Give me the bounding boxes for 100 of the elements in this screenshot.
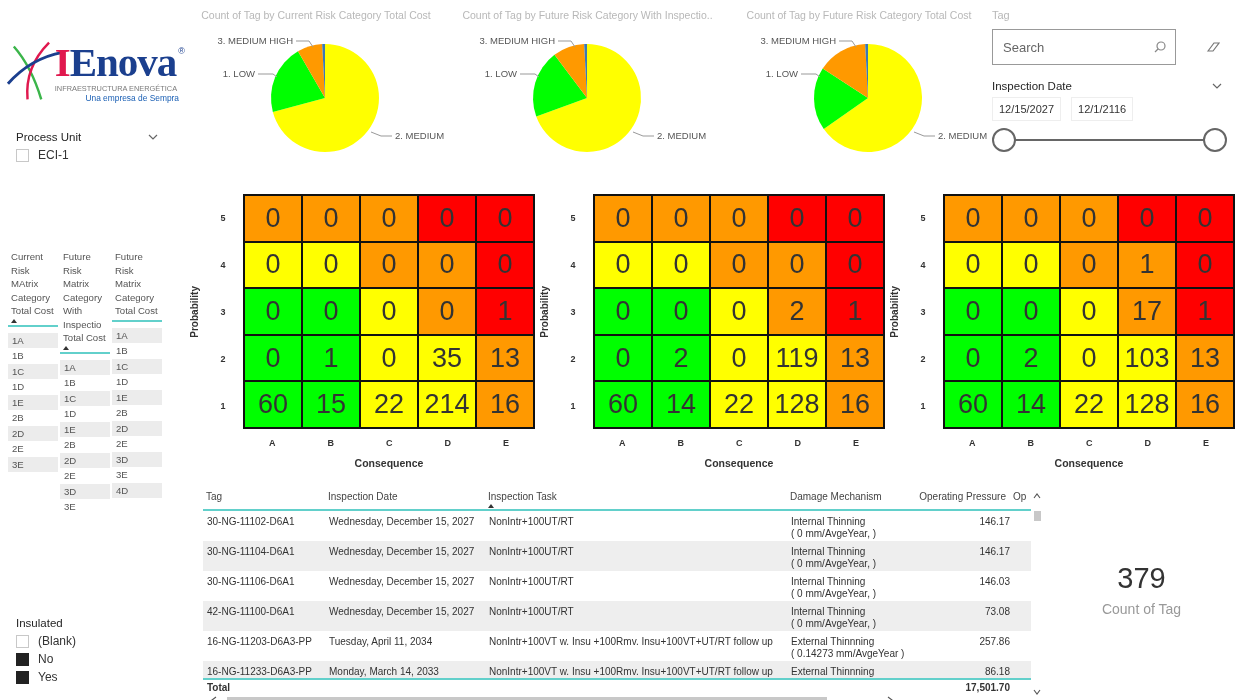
- list-item[interactable]: 1B: [8, 348, 58, 364]
- matrix-cell: 1: [477, 289, 533, 334]
- table-cell: ( 0.14273 mm/AvgeYear ): [791, 648, 905, 660]
- matrix-cell: 0: [1177, 242, 1233, 288]
- table-cell-text: 73.08: [983, 605, 1010, 619]
- list-item[interactable]: 1D: [60, 406, 110, 422]
- column-header[interactable]: Future Risk Matrix Category Total Cost: [112, 250, 162, 322]
- axis-tick-label: C: [385, 438, 393, 448]
- list-item[interactable]: 3E: [112, 467, 162, 483]
- logo-text: IEnova: [54, 40, 177, 84]
- slicer-title: Tag: [992, 9, 1011, 23]
- list-item[interactable]: 2B: [8, 410, 58, 426]
- slicer-title: Insulated: [16, 617, 63, 629]
- list-item[interactable]: 2B: [60, 437, 110, 453]
- checkbox[interactable]: [16, 670, 29, 684]
- list-item[interactable]: 3E: [60, 499, 110, 515]
- list-item[interactable]: 1A: [60, 359, 110, 375]
- scrollbar-thumb[interactable]: [1033, 511, 1041, 521]
- list-item[interactable]: 3E: [8, 456, 58, 472]
- matrix-cell: 16: [1177, 382, 1233, 427]
- matrix-cell: 0: [245, 242, 301, 288]
- table-cell-text: 146.17: [978, 515, 1010, 529]
- list-item[interactable]: 2E: [112, 436, 162, 452]
- list-item[interactable]: 1A: [112, 327, 162, 343]
- date-field[interactable]: 12/15/2027: [992, 97, 1062, 121]
- matrix-cell: 14: [653, 382, 709, 427]
- slicer-title: Inspection Date: [992, 80, 1072, 92]
- matrix-cell: 15: [303, 382, 359, 427]
- axis-label: Probability: [188, 285, 200, 338]
- list-item[interactable]: 2D: [60, 452, 110, 468]
- axis-tick-label: 3: [570, 306, 576, 317]
- eraser-icon[interactable]: [1206, 41, 1220, 53]
- matrix-cell: 22: [1061, 382, 1117, 427]
- slider-thumb[interactable]: [1203, 128, 1227, 152]
- list-item[interactable]: 3D: [112, 451, 162, 467]
- registered-mark: ®: [178, 46, 185, 56]
- column-header[interactable]: Operating Pressure: [915, 485, 1010, 509]
- axis-tick-label: 5: [220, 212, 226, 223]
- column-header[interactable]: Future Risk Matrix Category With Inspectio Total Cost: [60, 250, 110, 354]
- matrix-cell: 1: [1119, 242, 1175, 288]
- list-item[interactable]: 1E: [8, 394, 58, 410]
- search-icon[interactable]: [1154, 41, 1166, 53]
- column-header[interactable]: Damage Mechanism: [787, 485, 915, 509]
- list-item[interactable]: 2E: [60, 468, 110, 484]
- matrix-cell: 22: [361, 382, 417, 427]
- list-item[interactable]: 1C: [60, 390, 110, 406]
- chevron-down-icon[interactable]: [1212, 83, 1222, 89]
- list-item[interactable]: 1E: [112, 389, 162, 405]
- column-header[interactable]: Inspection Date: [325, 485, 485, 509]
- matrix-cell: 0: [1061, 335, 1117, 381]
- matrix-cell: 2: [653, 335, 709, 381]
- column-header[interactable]: Current Risk MAtrix Category Total Cost: [8, 250, 58, 327]
- column-header[interactable]: Tag: [203, 485, 325, 509]
- axis-tick-label: D: [794, 438, 801, 448]
- matrix-cell: 0: [595, 335, 651, 381]
- list-item[interactable]: 3D: [60, 483, 110, 499]
- matrix-cell: 17: [1119, 289, 1175, 334]
- slider-thumb[interactable]: [992, 128, 1016, 152]
- list-item[interactable]: 2E: [8, 441, 58, 457]
- axis-tick-label: D: [444, 438, 451, 448]
- matrix-cell: 0: [595, 289, 651, 334]
- date-field[interactable]: 12/1/2116: [1071, 97, 1134, 121]
- column-header[interactable]: Inspection Task: [485, 485, 787, 509]
- table-cell-text: NonIntr+100VT w. Insu +100Rmv. Insu+100VT+UT/RT follow up: [488, 635, 774, 649]
- list-item[interactable]: 2B: [112, 405, 162, 421]
- list-item[interactable]: 1D: [8, 379, 58, 395]
- axis-tick-label: 1: [220, 400, 226, 411]
- table-cell-text: 30-NG-11104-D6A1: [206, 545, 296, 559]
- list-item[interactable]: 1A: [8, 332, 58, 348]
- list-item[interactable]: 1C: [112, 358, 162, 374]
- table-cell-text: Wednesday, December 15, 2027: [328, 575, 476, 589]
- list-item[interactable]: 1E: [60, 421, 110, 437]
- axis-tick-label: C: [735, 438, 743, 448]
- table-cell-text: 146.03: [978, 575, 1010, 589]
- matrix-cell: 2: [769, 289, 825, 334]
- list-item[interactable]: 1C: [8, 363, 58, 379]
- matrix-cell: 22: [711, 382, 767, 427]
- table-cell-text: 86.18: [983, 665, 1010, 678]
- column-header[interactable]: Op: [1010, 485, 1031, 509]
- total-value: 17,501.70: [964, 681, 1010, 695]
- chart-title: Count of Tag by Future Risk Category With Inspectio..: [461, 8, 714, 23]
- list-item[interactable]: 4D: [112, 482, 162, 498]
- chevron-down-icon[interactable]: [148, 134, 158, 140]
- sort-icon: [488, 504, 494, 508]
- chart-title: Count of Tag by Future Risk Category Total Cost: [745, 8, 973, 23]
- leader-line: [838, 40, 857, 48]
- matrix-cell: 0: [419, 289, 475, 334]
- list-item[interactable]: 1D: [112, 374, 162, 390]
- list-item[interactable]: 2D: [8, 425, 58, 441]
- matrix-cell: 13: [477, 335, 533, 381]
- matrix-cell: 16: [477, 382, 533, 427]
- list-item[interactable]: 1B: [60, 375, 110, 391]
- checkbox[interactable]: [16, 652, 29, 666]
- list-item[interactable]: 1B: [112, 343, 162, 359]
- search-field[interactable]: Search: [992, 29, 1176, 65]
- scroll-down-icon[interactable]: [1033, 689, 1041, 695]
- scroll-up-icon[interactable]: [1033, 493, 1041, 499]
- list-item[interactable]: 2D: [112, 420, 162, 436]
- checkbox-label: No: [38, 652, 54, 666]
- matrix-cell: 0: [769, 242, 825, 288]
